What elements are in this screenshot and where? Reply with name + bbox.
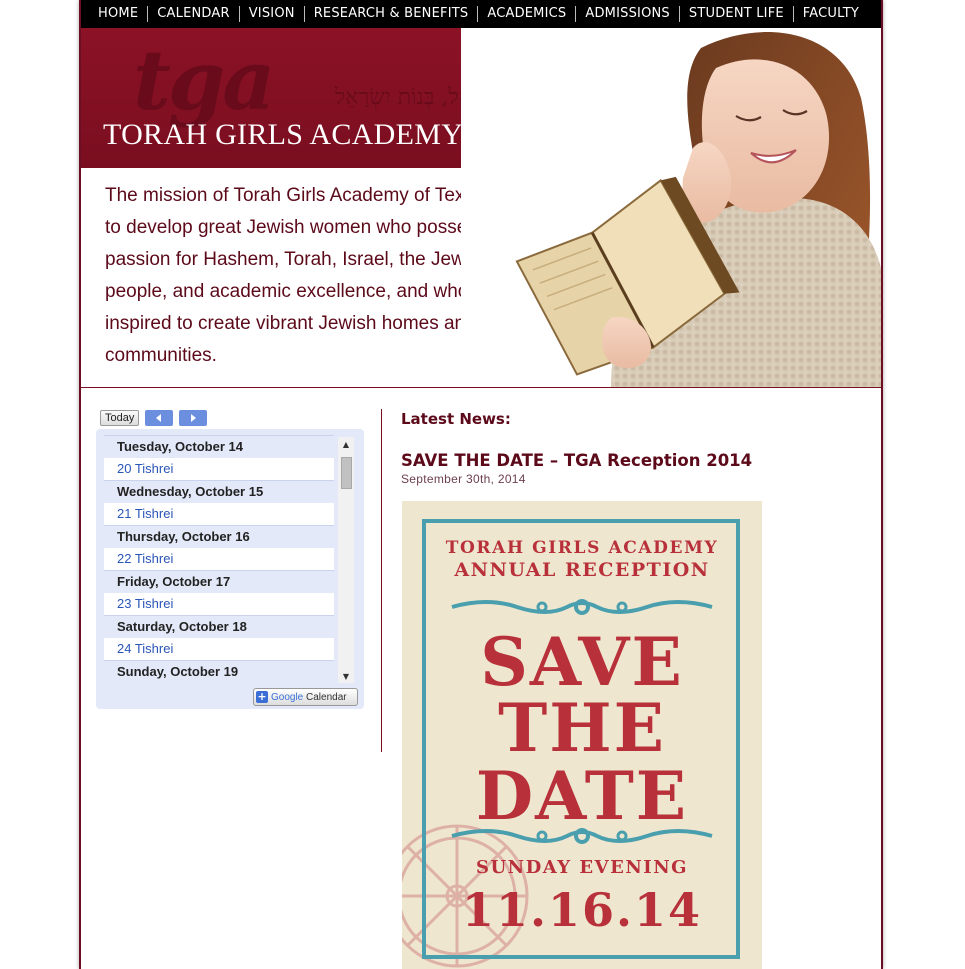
news-post-title[interactable]: SAVE THE DATE – TGA Reception 2014 <box>401 451 752 470</box>
mission-statement: The mission of Torah Girls Academy of Te… <box>105 185 504 366</box>
nav-home[interactable]: HOME <box>87 6 147 22</box>
save-the-date-poster[interactable]: TORAH GIRLS ACADEMY ANNUAL RECEPTION SAV… <box>402 501 762 969</box>
arrow-left-icon <box>156 414 162 422</box>
arrow-right-icon <box>191 414 197 422</box>
agenda-event[interactable]: 23 Tishrei <box>104 593 334 615</box>
agenda-day: Saturday, October 18 <box>104 615 334 638</box>
site-header: tga בְּנוֹת יִשְׂרָאֵל, בְּנוֹת יִשְׂרָא… <box>81 28 881 388</box>
calendar-toolbar: Today <box>100 410 208 426</box>
poster-org-line: TORAH GIRLS ACADEMY <box>445 538 719 558</box>
agenda-day: Friday, October 17 <box>104 570 334 593</box>
news-post-date: September 30th, 2014 <box>401 472 526 486</box>
header-divider <box>81 387 881 388</box>
student-reading-photo <box>461 28 881 388</box>
flourish-ornament-icon <box>451 599 713 615</box>
previous-button[interactable] <box>145 410 174 426</box>
agenda-event[interactable]: 22 Tishrei <box>104 548 334 570</box>
poster-the: THE <box>498 689 666 767</box>
nav-calendar[interactable]: CALENDAR <box>147 6 238 22</box>
google-calendar-label: Google Calendar <box>271 692 347 703</box>
tga-logo: tga <box>133 33 275 129</box>
agenda-list[interactable]: Tuesday, October 14 20 Tishrei Wednesday… <box>104 435 334 683</box>
scroll-up-icon[interactable]: ▲ <box>338 437 354 451</box>
google-label: Google <box>271 691 304 703</box>
calendar-label: Calendar <box>303 691 347 703</box>
agenda-event[interactable]: 21 Tishrei <box>104 503 334 525</box>
poster-when: SUNDAY EVENING <box>475 857 689 878</box>
poster-save: SAVE <box>480 623 684 701</box>
scroll-thumb[interactable] <box>341 457 352 489</box>
nav-admissions[interactable]: ADMISSIONS <box>575 6 679 22</box>
agenda-day: Tuesday, October 14 <box>104 435 334 458</box>
poster-event-date: 11.16.14 <box>461 883 703 937</box>
nav-research-benefits[interactable]: RESEARCH & BENEFITS <box>303 6 478 22</box>
agenda-event[interactable]: 20 Tishrei <box>104 458 334 480</box>
scroll-down-icon[interactable]: ▼ <box>338 669 354 683</box>
latest-news-heading: Latest News: <box>401 410 511 428</box>
poster-event-line: ANNUAL RECEPTION <box>454 559 710 581</box>
main-navigation: HOME CALENDAR VISION RESEARCH & BENEFITS… <box>81 0 881 28</box>
agenda-day: Thursday, October 16 <box>104 525 334 548</box>
nav-vision[interactable]: VISION <box>238 6 304 22</box>
page: HOME CALENDAR VISION RESEARCH & BENEFITS… <box>0 0 965 969</box>
agenda-day: Sunday, October 19 <box>104 660 334 683</box>
nav-student-life[interactable]: STUDENT LIFE <box>678 6 793 22</box>
today-button[interactable]: Today <box>100 410 140 426</box>
poster-date-word: DATE <box>475 757 689 835</box>
nav-faculty[interactable]: FACULTY <box>792 6 868 22</box>
agenda-scrollbar[interactable]: ▲ ▼ <box>338 437 354 683</box>
plus-icon: + <box>256 690 268 703</box>
google-calendar-widget: Tuesday, October 14 20 Tishrei Wednesday… <box>96 429 364 709</box>
nav-academics[interactable]: ACADEMICS <box>477 6 575 22</box>
add-to-google-calendar-button[interactable]: + Google Calendar <box>253 688 358 706</box>
agenda-event[interactable]: 24 Tishrei <box>104 638 334 660</box>
flourish-ornament-icon <box>451 828 713 844</box>
agenda-day: Wednesday, October 15 <box>104 480 334 503</box>
column-divider <box>381 409 382 752</box>
next-button[interactable] <box>179 410 208 426</box>
